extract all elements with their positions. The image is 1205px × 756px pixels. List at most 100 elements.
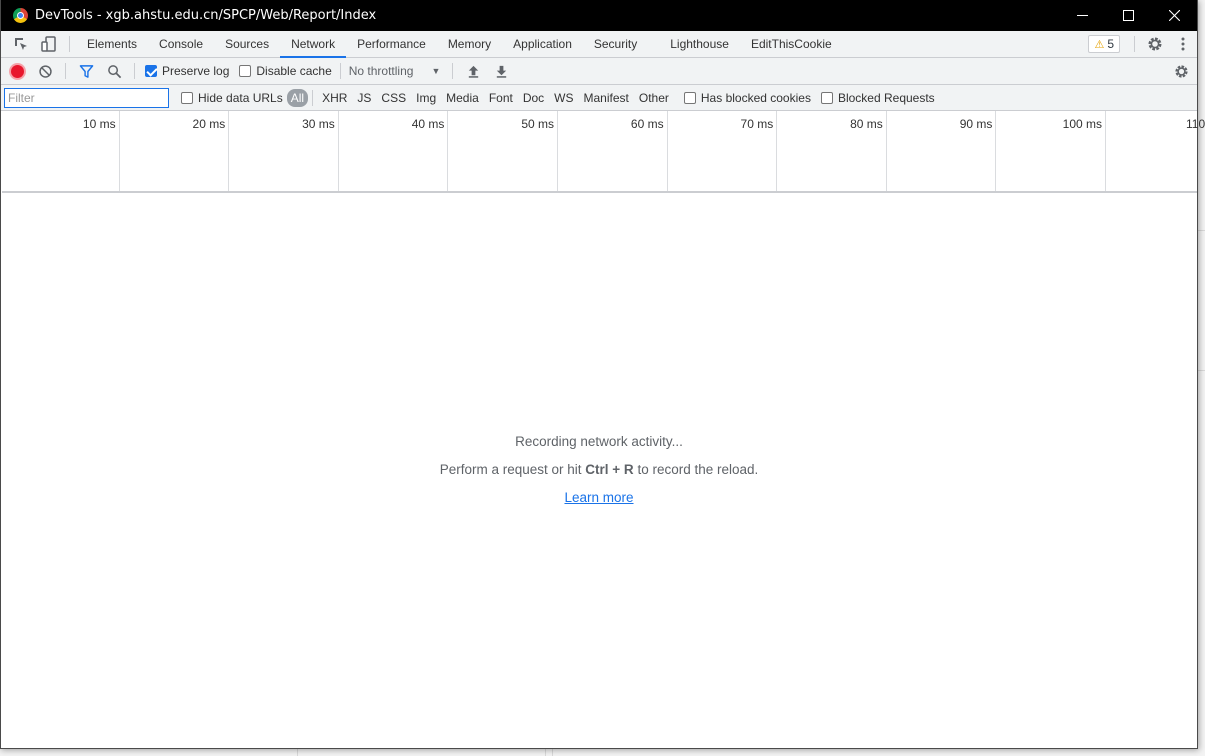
title-bar: DevTools - xgb.ahstu.edu.cn/SPCP/Web/Rep… xyxy=(1,0,1197,31)
toolbar-divider xyxy=(69,36,70,52)
minimize-icon xyxy=(1076,15,1088,16)
reload-hint-prefix: Perform a request or hit xyxy=(439,462,586,477)
minimize-button[interactable] xyxy=(1059,0,1105,31)
type-filter-media[interactable]: Media xyxy=(441,89,484,107)
type-filter-css[interactable]: CSS xyxy=(376,89,411,107)
toolbar-divider xyxy=(339,63,341,79)
preserve-log-box[interactable] xyxy=(145,65,157,77)
type-filter-font[interactable]: Font xyxy=(484,89,518,107)
type-filter-img[interactable]: Img xyxy=(411,89,441,107)
type-filter-js[interactable]: JS xyxy=(352,89,376,107)
maximize-icon xyxy=(1122,10,1134,21)
throttling-select[interactable]: No throttling ▼ xyxy=(343,64,447,78)
tab-lighthouse[interactable]: Lighthouse xyxy=(659,31,740,58)
disable-cache-checkbox[interactable]: Disable cache xyxy=(239,64,332,78)
inspect-element-button[interactable] xyxy=(7,31,35,57)
blocked-requests-checkbox[interactable]: Blocked Requests xyxy=(820,90,935,105)
download-icon xyxy=(496,65,507,78)
toolbar-divider xyxy=(452,63,454,79)
import-har-button[interactable] xyxy=(459,58,487,84)
blocked-requests-box[interactable] xyxy=(820,91,833,104)
blocked-requests-label: Blocked Requests xyxy=(837,90,935,105)
filter-toggle-button[interactable] xyxy=(72,58,100,84)
type-filter-other[interactable]: Other xyxy=(634,89,674,107)
tab-application[interactable]: Application xyxy=(502,31,583,58)
type-filter-manifest[interactable]: Manifest xyxy=(579,89,634,107)
learn-more-link[interactable]: Learn more xyxy=(564,490,633,505)
device-mode-icon xyxy=(41,36,56,52)
gear-icon xyxy=(1174,64,1188,78)
search-button[interactable] xyxy=(100,58,128,84)
chrome-logo-icon xyxy=(13,8,28,23)
export-har-button[interactable] xyxy=(487,58,515,84)
warnings-count: 5 xyxy=(1107,37,1114,51)
tab-memory[interactable]: Memory xyxy=(437,31,502,58)
warnings-counter-button[interactable]: ⚠ 5 xyxy=(1088,35,1120,53)
backdrop-divider xyxy=(545,749,546,756)
tab-performance[interactable]: Performance xyxy=(346,31,437,58)
devtools-window: DevTools - xgb.ahstu.edu.cn/SPCP/Web/Rep… xyxy=(0,0,1205,749)
tab-sources[interactable]: Sources xyxy=(214,31,280,58)
filter-bar: Hide data URLs All XHR JS CSS Img Media … xyxy=(1,85,1197,111)
backdrop-divider xyxy=(297,749,298,756)
timeline-tick-label: 10 ms xyxy=(82,117,116,131)
record-button[interactable] xyxy=(11,64,24,78)
maximize-button[interactable] xyxy=(1105,0,1151,31)
network-settings-button[interactable] xyxy=(1167,58,1195,84)
panel-tab-bar: Elements Console Sources Network Perform… xyxy=(1,31,1197,58)
timeline-tick-label: 50 ms xyxy=(521,117,554,131)
close-icon xyxy=(1168,10,1180,21)
disable-cache-label: Disable cache xyxy=(256,64,332,78)
empty-state: Recording network activity... Perform a … xyxy=(1,433,1197,517)
filter-input[interactable] xyxy=(4,87,169,108)
timeline-tick-label: 40 ms xyxy=(411,117,445,131)
has-blocked-cookies-box[interactable] xyxy=(683,91,696,104)
device-toolbar-button[interactable] xyxy=(35,31,63,57)
timeline-tick-label: 90 ms xyxy=(959,117,993,131)
type-filter-xhr[interactable]: XHR xyxy=(317,89,352,107)
preserve-log-checkbox[interactable]: Preserve log xyxy=(145,64,229,78)
toolbar-divider xyxy=(1134,36,1135,52)
hide-data-urls-checkbox[interactable]: Hide data URLs xyxy=(181,91,283,105)
type-filter-ws[interactable]: WS xyxy=(549,89,578,107)
has-blocked-cookies-checkbox[interactable]: Has blocked cookies xyxy=(683,90,811,105)
tab-elements[interactable]: Elements xyxy=(76,31,148,58)
settings-button[interactable] xyxy=(1141,31,1169,57)
timeline-tick-label: 60 ms xyxy=(630,117,664,131)
reload-shortcut: Ctrl + R xyxy=(585,462,634,477)
overview-timeline[interactable]: 10 ms 20 ms 30 ms 40 ms 50 ms 60 ms 70 ms 80 ms… xyxy=(2,111,1205,193)
timeline-tick-label: 80 ms xyxy=(850,117,883,131)
type-filter-doc[interactable]: Doc xyxy=(518,89,549,107)
search-icon xyxy=(107,64,121,78)
kebab-menu-icon xyxy=(1181,37,1185,51)
reload-hint: Perform a request or hit Ctrl + R to rec… xyxy=(1,461,1197,489)
tab-editthiscookie[interactable]: EditThisCookie xyxy=(740,31,843,58)
backdrop-divider xyxy=(552,749,553,756)
hide-data-urls-label: Hide data URLs xyxy=(198,90,283,105)
tab-network[interactable]: Network xyxy=(280,31,347,58)
tab-security[interactable]: Security xyxy=(583,31,659,58)
recording-message: Recording network activity... xyxy=(515,434,683,449)
timeline-tick-label: 100 ms xyxy=(1062,117,1102,131)
clear-icon xyxy=(38,64,52,78)
toolbar-divider xyxy=(65,63,66,79)
funnel-icon xyxy=(79,64,93,78)
throttling-value: No throttling xyxy=(348,64,414,78)
network-toolbar: Preserve log Disable cache No throttling… xyxy=(1,58,1197,85)
type-filter-all[interactable]: All xyxy=(286,88,309,107)
has-blocked-cookies-label: Has blocked cookies xyxy=(700,90,811,105)
hide-data-urls-box[interactable] xyxy=(181,91,193,104)
disable-cache-box[interactable] xyxy=(239,65,252,77)
tab-console[interactable]: Console xyxy=(148,31,214,58)
window-title: DevTools - xgb.ahstu.edu.cn/SPCP/Web/Rep… xyxy=(35,8,377,23)
more-options-button[interactable] xyxy=(1169,31,1197,57)
close-button[interactable] xyxy=(1151,0,1197,31)
toolbar-divider xyxy=(134,63,135,79)
clear-button[interactable] xyxy=(31,58,59,84)
preserve-log-label: Preserve log xyxy=(162,64,230,78)
warning-icon: ⚠ xyxy=(1094,38,1105,51)
timeline-tick-label: 20 ms xyxy=(192,117,226,131)
dropdown-arrow-icon: ▼ xyxy=(431,66,441,76)
toolbar-divider xyxy=(312,89,314,106)
backdrop-divider xyxy=(1198,370,1205,371)
